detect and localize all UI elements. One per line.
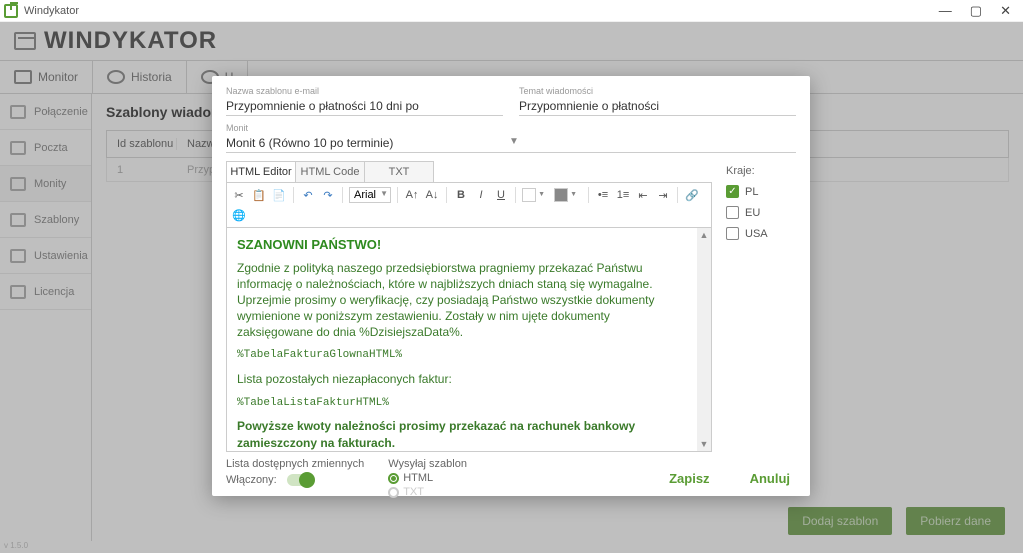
vars-link[interactable]: Lista dostępnych zmiennych [226, 458, 364, 470]
maximize-button[interactable]: ▢ [970, 3, 982, 19]
template-name-label: Nazwa szablonu e-mail [226, 86, 503, 96]
editor-tabs: HTML Editor HTML Code TXT [226, 161, 434, 182]
body-heading: SZANOWNI PAŃSTWO! [237, 236, 689, 254]
monit-label: Monit [226, 123, 248, 133]
enabled-toggle[interactable] [287, 474, 313, 486]
body-code1: %TabelaFakturaGlownaHTML% [237, 348, 689, 363]
underline-icon[interactable]: U [493, 187, 509, 203]
scroll-up-icon[interactable]: ▲ [697, 228, 711, 242]
scrollbar[interactable]: ▲ ▼ [697, 228, 711, 451]
editor-toolbar: ✂ 📋 📄 ↶ ↷ Arial A↑ A↓ B I U [226, 182, 712, 228]
titlebar: Windykator — ▢ ✕ [0, 0, 1023, 22]
enabled-label: Włączony: [226, 474, 277, 486]
tab-html-code[interactable]: HTML Code [296, 162, 365, 182]
cut-icon[interactable]: ✂ [231, 187, 247, 203]
send-as-label: Wysyłaj szablon [388, 458, 467, 470]
template-dialog: Nazwa szablonu e-mail Przypomnienie o pł… [212, 76, 810, 496]
scroll-down-icon[interactable]: ▼ [697, 437, 711, 451]
outdent-icon[interactable]: ⇤ [635, 187, 651, 203]
subject-input[interactable]: Przypomnienie o płatności [519, 97, 796, 116]
minimize-button[interactable]: — [939, 3, 952, 19]
font-select[interactable]: Arial [349, 187, 391, 203]
font-shrink-icon[interactable]: A↓ [424, 187, 440, 203]
subject-label: Temat wiadomości [519, 86, 796, 96]
link-icon[interactable]: 🔗 [684, 187, 700, 203]
template-name-input[interactable]: Przypomnienie o płatności 10 dni po [226, 97, 503, 116]
body-code2: %TabelaListaFakturHTML% [237, 396, 689, 411]
app-icon [4, 4, 18, 18]
globe-icon[interactable]: 🌐 [231, 207, 247, 223]
undo-icon[interactable]: ↶ [300, 187, 316, 203]
monit-select[interactable]: Monit 6 (Równo 10 po terminie) ▼ [226, 134, 796, 153]
body-para3: Powyższe kwoty należności prosimy przeka… [237, 418, 689, 450]
save-button[interactable]: Zapisz [669, 471, 709, 486]
text-color-picker[interactable] [522, 188, 536, 202]
cancel-button[interactable]: Anuluj [750, 471, 790, 486]
paste-icon[interactable]: 📄 [271, 187, 287, 203]
indent-icon[interactable]: ⇥ [655, 187, 671, 203]
checkbox-eu[interactable]: EU [726, 206, 796, 219]
redo-icon[interactable]: ↷ [320, 187, 336, 203]
bold-icon[interactable]: B [453, 187, 469, 203]
radio-html[interactable]: HTML [388, 472, 467, 484]
radio-txt: TXT [388, 486, 467, 498]
richtext-editor[interactable]: ▲ ▼ SZANOWNI PAŃSTWO! Zgodnie z polityką… [226, 228, 712, 452]
window-title: Windykator [24, 5, 79, 17]
checkbox-usa[interactable]: USA [726, 227, 796, 240]
list-bullet-icon[interactable]: •≡ [595, 187, 611, 203]
countries-title: Kraje: [726, 165, 796, 177]
tab-txt[interactable]: TXT [365, 162, 433, 182]
copy-icon[interactable]: 📋 [251, 187, 267, 203]
tab-html-editor[interactable]: HTML Editor [227, 162, 296, 182]
close-button[interactable]: ✕ [1000, 3, 1011, 19]
body-para2: Lista pozostałych niezapłaconych faktur: [237, 371, 689, 387]
italic-icon[interactable]: I [473, 187, 489, 203]
list-number-icon[interactable]: 1≡ [615, 187, 631, 203]
countries-panel: Kraje: ✓PL EU USA [726, 161, 796, 498]
bg-color-picker[interactable] [554, 188, 568, 202]
font-grow-icon[interactable]: A↑ [404, 187, 420, 203]
chevron-down-icon: ▼ [509, 136, 796, 150]
checkbox-pl[interactable]: ✓PL [726, 185, 796, 198]
body-para1: Zgodnie z polityką naszego przedsiębiors… [237, 260, 689, 341]
